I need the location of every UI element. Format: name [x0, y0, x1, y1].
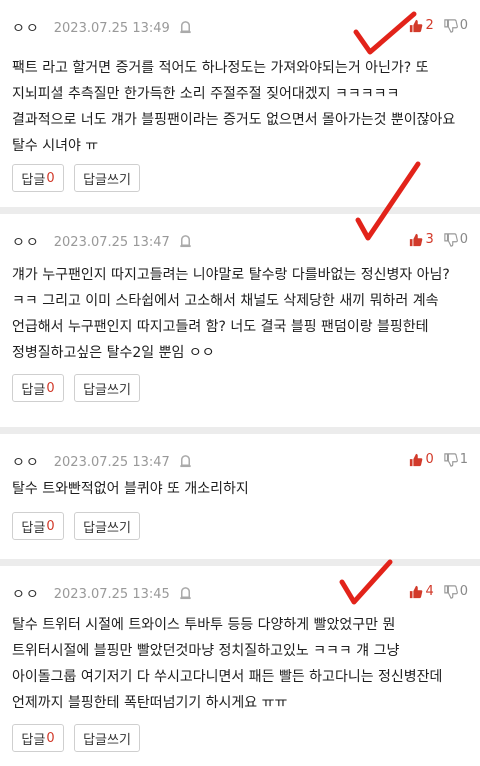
- thumb-down-icon: [444, 452, 458, 467]
- reply-count: 0: [46, 730, 55, 746]
- upvote-count: 4: [425, 584, 434, 599]
- reply-label: 답글: [21, 382, 46, 398]
- downvote-count: 0: [459, 18, 468, 33]
- comment-date: 2023.07.25 13:47: [53, 234, 170, 250]
- report-icon[interactable]: [178, 233, 193, 252]
- reply-count: 0: [46, 380, 55, 396]
- downvote-count: 0: [459, 584, 468, 599]
- comment-nickname[interactable]: ㅇㅇ: [12, 232, 40, 252]
- write-reply-button[interactable]: 답글쓰기: [74, 512, 140, 540]
- comment-nickname[interactable]: ㅇㅇ: [12, 18, 40, 38]
- thumb-down-icon: [444, 584, 458, 599]
- vote-group: 4 0: [409, 584, 468, 599]
- reply-label: 답글: [21, 520, 46, 536]
- comment-item: ㅇㅇ 2023.07.25 13:47 3 0 걔가 누구팬인지 따지고들려는 …: [0, 214, 480, 427]
- comment-item: ㅇㅇ 2023.07.25 13:45 4 0 탈수 트위터 시절에 트와이스 …: [0, 566, 480, 766]
- write-reply-button[interactable]: 답글쓰기: [74, 374, 140, 402]
- comment-date: 2023.07.25 13:47: [53, 454, 170, 470]
- upvote-count: 2: [425, 18, 434, 33]
- downvote-button[interactable]: 0: [444, 232, 468, 247]
- reply-count: 0: [46, 518, 55, 534]
- thumb-up-icon: [410, 585, 423, 598]
- thumb-up-icon: [410, 453, 423, 466]
- reply-button[interactable]: 답글 0: [12, 724, 64, 752]
- reply-count: 0: [46, 170, 55, 186]
- comment-body: 걔가 누구팬인지 따지고들려는 니야말로 탈수랑 다를바없는 정신병자 아님? …: [12, 267, 450, 361]
- write-reply-button[interactable]: 답글쓰기: [74, 724, 140, 752]
- comment-date: 2023.07.25 13:45: [53, 586, 170, 602]
- report-icon[interactable]: [178, 453, 193, 472]
- downvote-button[interactable]: 1: [444, 452, 468, 467]
- downvote-count: 0: [459, 232, 468, 247]
- comment-body: 탈수 트와빤적없어 블퀴야 또 개소리하지: [12, 481, 249, 497]
- checkmark-annotation: [355, 161, 421, 241]
- downvote-button[interactable]: 0: [444, 18, 468, 33]
- reply-label: 답글: [21, 172, 46, 188]
- thumb-down-icon: [444, 18, 458, 33]
- downvote-count: 1: [459, 452, 468, 467]
- comment-meta: ㅇㅇ 2023.07.25 13:45 4 0: [12, 584, 468, 604]
- comment-nickname[interactable]: ㅇㅇ: [12, 452, 40, 472]
- write-reply-button[interactable]: 답글쓰기: [74, 164, 140, 192]
- reply-label: 답글: [21, 732, 46, 748]
- comment-body: 탈수 트위터 시절에 트와이스 투바투 등등 다양하게 빨았었구만 뭔 트위터시…: [12, 617, 443, 711]
- reply-button[interactable]: 답글 0: [12, 512, 64, 540]
- upvote-button[interactable]: 0: [409, 452, 434, 467]
- comment-date: 2023.07.25 13:49: [53, 20, 170, 36]
- checkmark-annotation: [353, 11, 417, 55]
- comment-meta: ㅇㅇ 2023.07.25 13:47 0 1: [12, 452, 468, 472]
- checkmark-annotation: [339, 559, 393, 605]
- thumb-down-icon: [444, 232, 458, 247]
- upvote-count: 3: [425, 232, 434, 247]
- upvote-count: 0: [425, 452, 434, 467]
- report-icon[interactable]: [178, 585, 193, 604]
- reply-button[interactable]: 답글 0: [12, 374, 64, 402]
- vote-group: 0 1: [409, 452, 468, 467]
- upvote-button[interactable]: 4: [409, 584, 434, 599]
- comment-nickname[interactable]: ㅇㅇ: [12, 584, 40, 604]
- reply-button[interactable]: 답글 0: [12, 164, 64, 192]
- downvote-button[interactable]: 0: [444, 584, 468, 599]
- comment-body: 팩트 라고 할거면 증거를 적어도 하나정도는 가져와야되는거 아닌가? 또 지…: [12, 60, 456, 154]
- report-icon[interactable]: [178, 19, 193, 38]
- comment-item: ㅇㅇ 2023.07.25 13:47 0 1 탈수 트와빤적없어 블퀴야 또 …: [0, 434, 480, 559]
